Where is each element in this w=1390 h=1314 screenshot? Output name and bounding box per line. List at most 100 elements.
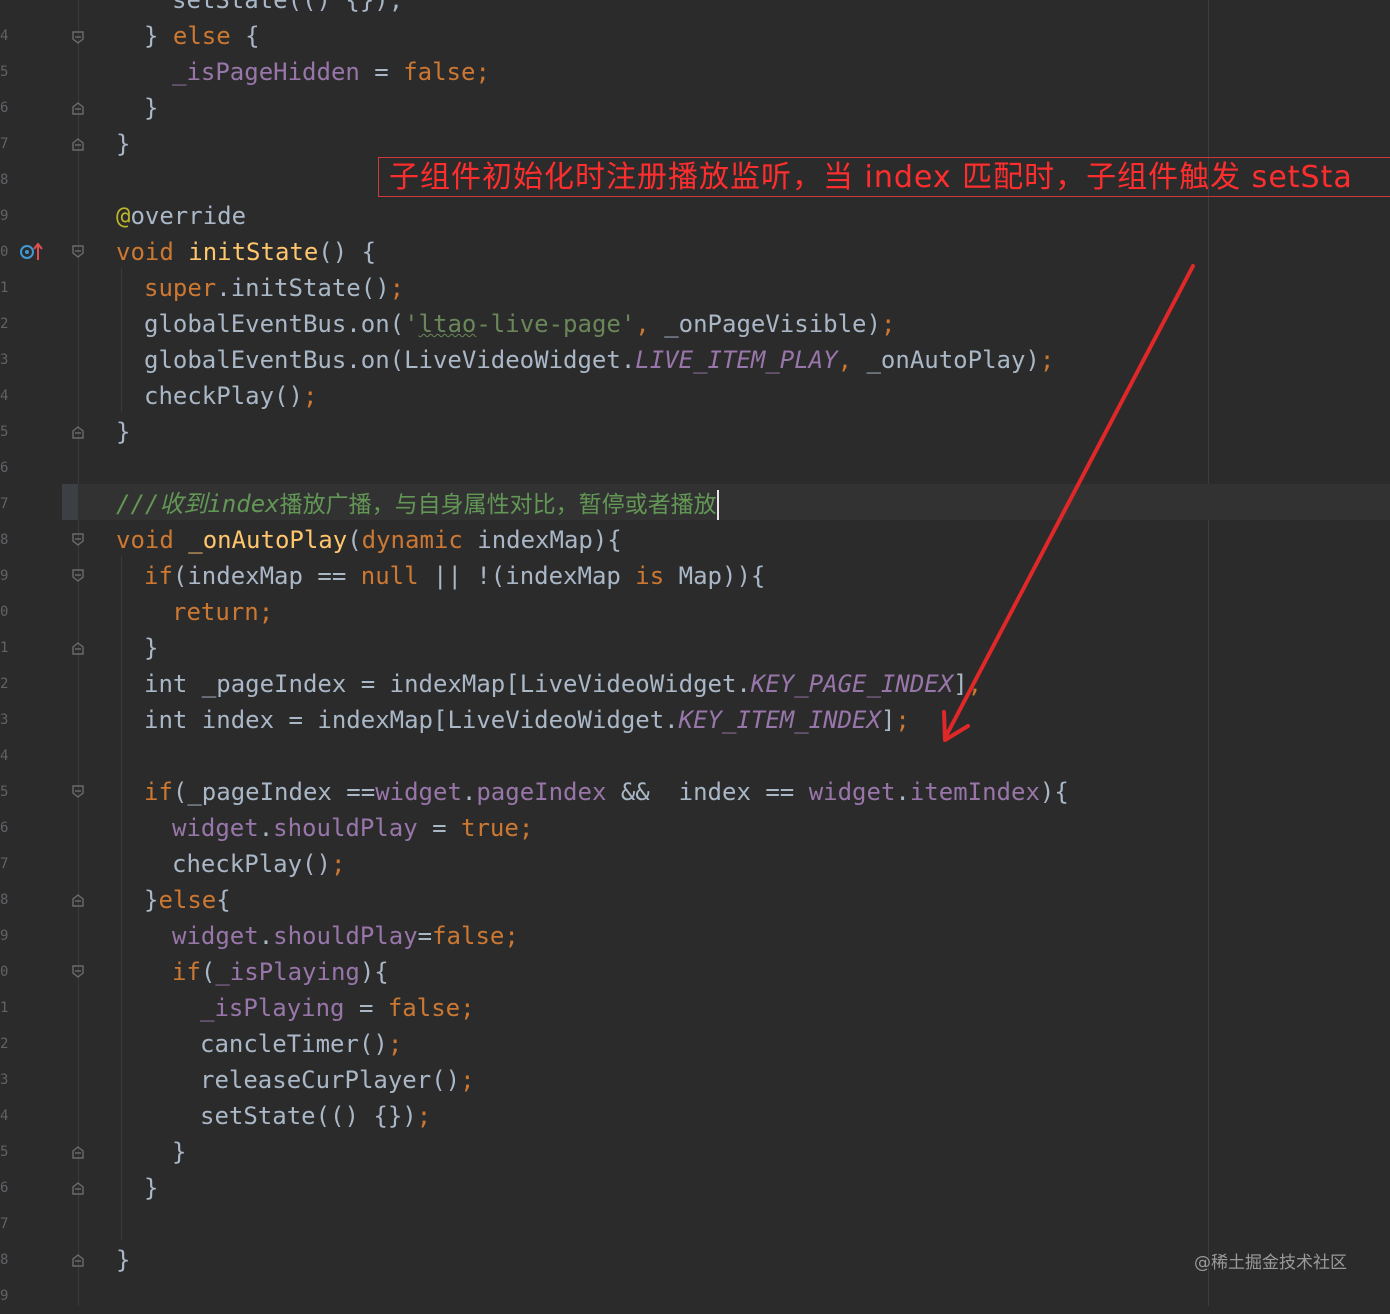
annotation-token: @ xyxy=(116,202,131,230)
override-gutter-icon[interactable] xyxy=(19,240,45,262)
fold-icon[interactable] xyxy=(71,414,85,450)
code-token: ; xyxy=(416,1102,432,1130)
code-line[interactable]: if(indexMap == null || !(indexMap is Map… xyxy=(144,558,765,594)
field-token: shouldPlay xyxy=(273,814,418,842)
code-token: ; xyxy=(330,850,346,878)
code-token: = xyxy=(344,994,388,1022)
line-number: 5 xyxy=(0,1144,9,1160)
code-line[interactable]: @override xyxy=(116,198,246,234)
code-line[interactable]: checkPlay(); xyxy=(144,378,317,414)
field-token: widget xyxy=(172,922,259,950)
code-token: ; xyxy=(389,274,405,302)
fold-icon[interactable] xyxy=(71,630,85,666)
code-line[interactable]: globalEventBus.on(LiveVideoWidget.LIVE_I… xyxy=(144,342,1054,378)
code-line[interactable]: widget.shouldPlay=false; xyxy=(172,918,519,954)
line-number: 4 xyxy=(0,28,9,44)
code-token: ; xyxy=(460,1066,475,1094)
code-line[interactable]: return; xyxy=(172,594,273,630)
code-line[interactable]: void _onAutoPlay(dynamic indexMap){ xyxy=(116,522,622,558)
code-line[interactable]: super.initState(); xyxy=(144,270,404,306)
code-token: ] xyxy=(880,706,896,734)
text-caret xyxy=(716,490,719,520)
code-token: int xyxy=(144,706,188,734)
code-line[interactable]: releaseCurPlayer(); xyxy=(200,1062,475,1098)
indent-guide xyxy=(121,268,122,412)
fold-icon[interactable] xyxy=(71,90,85,126)
comment-token: 播放广播，与自身属性对比，暂停或者播放 xyxy=(279,492,717,518)
code-token: ] xyxy=(953,670,968,698)
code-token: checkPlay() xyxy=(144,382,303,410)
code-line[interactable]: if(_pageIndex ==widget.pageIndex && inde… xyxy=(144,774,1069,810)
keyword-token: super xyxy=(144,274,217,302)
code-token: cancleTimer() xyxy=(200,1030,388,1058)
code-line[interactable]: int index = indexMap[LiveVideoWidget.KEY… xyxy=(144,702,910,738)
code-token: ; xyxy=(475,58,490,86)
code-line[interactable]: _isPageHidden = false; xyxy=(172,54,490,90)
fold-icon[interactable] xyxy=(71,882,85,918)
code-token: ( xyxy=(200,958,216,986)
code-token: . xyxy=(895,778,910,806)
code-line[interactable]: ///收到index播放广播，与自身属性对比，暂停或者播放 xyxy=(116,486,719,522)
field-token: pageIndex xyxy=(476,778,607,806)
code-token: override xyxy=(130,202,247,230)
code-line[interactable]: } xyxy=(116,414,130,450)
keyword-token: void xyxy=(116,238,174,266)
fold-icon[interactable] xyxy=(71,126,85,162)
line-number: 2 xyxy=(0,316,9,332)
code-token: { xyxy=(216,886,231,914)
field-token: itemIndex xyxy=(909,778,1040,806)
code-line[interactable]: } xyxy=(116,1242,130,1278)
code-token: ){ xyxy=(359,958,389,986)
keyword-token: if xyxy=(144,562,173,590)
line-number: 8 xyxy=(0,892,9,908)
code-line[interactable]: } else { xyxy=(144,18,260,54)
keyword-token: false xyxy=(387,994,461,1022)
code-line[interactable]: void initState() { xyxy=(116,234,376,270)
fold-icon[interactable] xyxy=(71,954,85,990)
code-line[interactable]: if(_isPlaying){ xyxy=(172,954,389,990)
code-token: globalEventBus.on( xyxy=(144,310,405,338)
fold-icon[interactable] xyxy=(71,1170,85,1206)
code-line[interactable]: } xyxy=(144,630,158,666)
code-line[interactable]: } xyxy=(144,90,158,126)
code-token: index = indexMap[LiveVideoWidget. xyxy=(187,706,679,734)
field-token: widget xyxy=(172,814,259,842)
keyword-token: null xyxy=(360,562,419,590)
fold-icon[interactable] xyxy=(71,522,85,558)
comment-token: ///收到 xyxy=(116,490,208,518)
code-token: } xyxy=(144,634,159,662)
code-token: _onAutoPlay) xyxy=(866,346,1040,374)
code-line[interactable]: int _pageIndex = indexMap[LiveVideoWidge… xyxy=(144,666,982,702)
fold-icon[interactable] xyxy=(71,1242,85,1278)
keyword-token: dynamic xyxy=(361,526,463,554)
code-token: = xyxy=(417,922,433,950)
fold-icon[interactable] xyxy=(71,20,85,56)
code-token: && index == xyxy=(606,778,809,806)
code-line[interactable]: } xyxy=(144,1170,158,1206)
constant-token: KEY_ITEM_INDEX xyxy=(678,706,881,734)
code-line[interactable]: checkPlay(); xyxy=(172,846,345,882)
code-line[interactable]: _isPlaying = false; xyxy=(200,990,475,1026)
code-line[interactable]: globalEventBus.on('ltao-live-page', _onP… xyxy=(144,306,895,342)
code-line[interactable]: widget.shouldPlay = true; xyxy=(172,810,533,846)
code-token: Map)){ xyxy=(664,562,766,590)
code-token: setState(() {}); xyxy=(172,0,404,14)
fold-icon[interactable] xyxy=(71,558,85,594)
code-token: . xyxy=(258,922,274,950)
fold-icon[interactable] xyxy=(71,774,85,810)
code-line[interactable]: setState(() {}); xyxy=(172,0,403,18)
code-line[interactable]: } xyxy=(172,1134,186,1170)
code-token: ; xyxy=(258,598,274,626)
line-number: 4 xyxy=(0,748,9,764)
code-token: ; xyxy=(967,670,983,698)
code-token: } xyxy=(144,22,173,50)
line-number: 6 xyxy=(0,100,9,116)
code-line[interactable]: } xyxy=(116,126,130,162)
code-line[interactable]: cancleTimer(); xyxy=(200,1026,402,1062)
code-line[interactable]: }else{ xyxy=(144,882,231,918)
fold-icon[interactable] xyxy=(71,1134,85,1170)
fold-icon[interactable] xyxy=(71,234,85,270)
code-line[interactable]: setState(() {}); xyxy=(200,1098,431,1134)
keyword-token: is xyxy=(635,562,665,590)
